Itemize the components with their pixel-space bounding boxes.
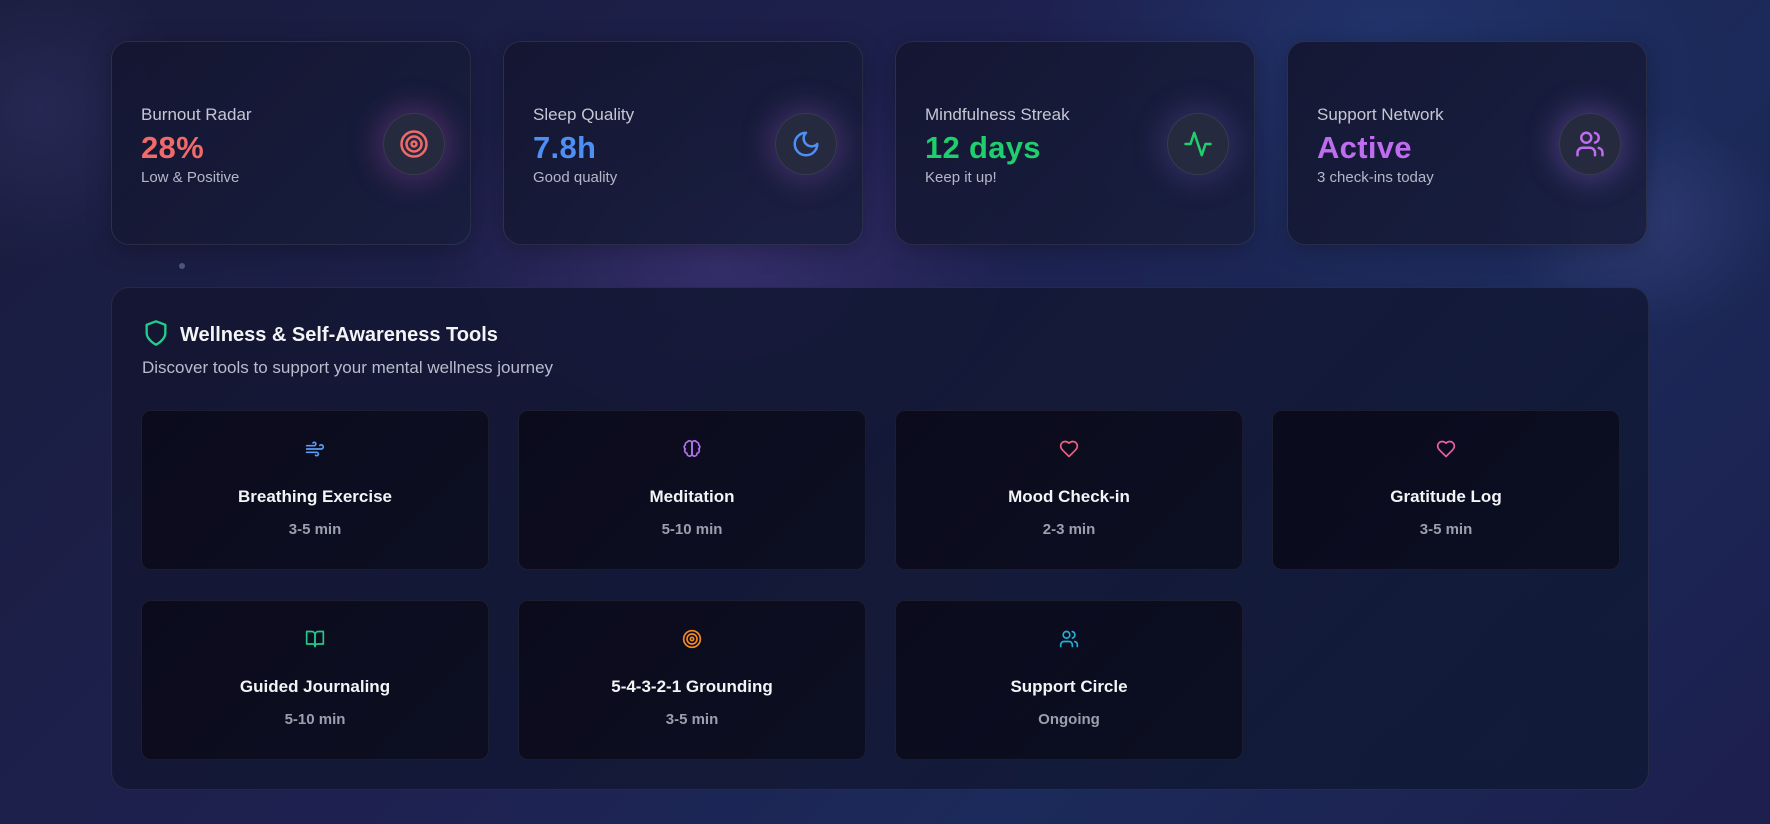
tool-card-mood-check-in[interactable]: Mood Check-in 2-3 min <box>895 410 1243 570</box>
stat-label: Mindfulness Streak <box>925 105 1070 124</box>
stat-label: Burnout Radar <box>141 105 252 124</box>
tool-name: 5-4-3-2-1 Grounding <box>611 677 773 696</box>
tool-card-guided-journaling[interactable]: Guided Journaling 5-10 min <box>141 600 489 760</box>
target-icon <box>519 629 865 651</box>
stat-card-burnout-radar[interactable]: Burnout Radar 28% Low & Positive <box>111 41 471 245</box>
tool-duration: 5-10 min <box>661 521 723 538</box>
stat-text: Support Network Active 3 check-ins today <box>1317 105 1444 187</box>
wellness-tools-panel: Wellness & Self-Awareness Tools Discover… <box>111 287 1649 790</box>
tool-name: Meditation <box>649 487 735 506</box>
shield-icon <box>142 318 170 353</box>
stat-label: Support Network <box>1317 105 1444 124</box>
stat-subtext: Keep it up! <box>925 169 997 186</box>
tool-card-gratitude-log[interactable]: Gratitude Log 3-5 min <box>1272 410 1620 570</box>
tool-name: Guided Journaling <box>239 677 391 696</box>
wind-icon <box>142 439 488 461</box>
heart-icon <box>896 439 1242 461</box>
target-icon <box>383 113 445 175</box>
stat-value: 28% <box>141 130 204 165</box>
panel-subtitle: Discover tools to support your mental we… <box>142 358 554 377</box>
tool-duration: 2-3 min <box>1042 521 1096 538</box>
tool-card-support-circle[interactable]: Support Circle Ongoing <box>895 600 1243 760</box>
tool-duration: 3-5 min <box>288 521 342 538</box>
activity-icon <box>1167 113 1229 175</box>
tool-duration: 3-5 min <box>665 711 719 728</box>
stat-card-mindfulness-streak[interactable]: Mindfulness Streak 12 days Keep it up! <box>895 41 1255 245</box>
tool-card-grounding[interactable]: 5-4-3-2-1 Grounding 3-5 min <box>518 600 866 760</box>
tool-card-meditation[interactable]: Meditation 5-10 min <box>518 410 866 570</box>
stat-label: Sleep Quality <box>533 105 635 124</box>
tool-duration: Ongoing <box>1038 711 1100 728</box>
stat-value: 12 days <box>925 130 1041 165</box>
users-icon <box>1559 113 1621 175</box>
tool-name: Gratitude Log <box>1390 487 1502 506</box>
tool-duration: 5-10 min <box>284 711 346 728</box>
stat-text: Burnout Radar 28% Low & Positive <box>141 105 252 187</box>
tool-duration: 3-5 min <box>1419 521 1473 538</box>
users-icon <box>896 629 1242 651</box>
brain-icon <box>519 439 865 461</box>
carousel-dot[interactable] <box>179 263 185 269</box>
stat-card-support-network[interactable]: Support Network Active 3 check-ins today <box>1287 41 1647 245</box>
stat-text: Sleep Quality 7.8h Good quality <box>533 105 634 187</box>
moon-icon <box>775 113 837 175</box>
panel-title: Wellness & Self-Awareness Tools <box>180 324 498 346</box>
stat-subtext: 3 check-ins today <box>1317 169 1434 186</box>
stat-value: 7.8h <box>533 130 597 165</box>
stat-card-sleep-quality[interactable]: Sleep Quality 7.8h Good quality <box>503 41 863 245</box>
tool-card-breathing-exercise[interactable]: Breathing Exercise 3-5 min <box>141 410 489 570</box>
tool-name: Support Circle <box>1010 677 1128 696</box>
stat-subtext: Low & Positive <box>141 169 240 186</box>
stat-text: Mindfulness Streak 12 days Keep it up! <box>925 105 1070 187</box>
heart-icon <box>1273 439 1619 461</box>
panel-header: Wellness & Self-Awareness Tools <box>142 318 498 353</box>
tool-name: Breathing Exercise <box>237 487 392 506</box>
stat-value: Active <box>1317 130 1412 165</box>
tool-name: Mood Check-in <box>1008 487 1130 506</box>
stat-subtext: Good quality <box>533 169 618 186</box>
book-open-icon <box>142 629 488 651</box>
